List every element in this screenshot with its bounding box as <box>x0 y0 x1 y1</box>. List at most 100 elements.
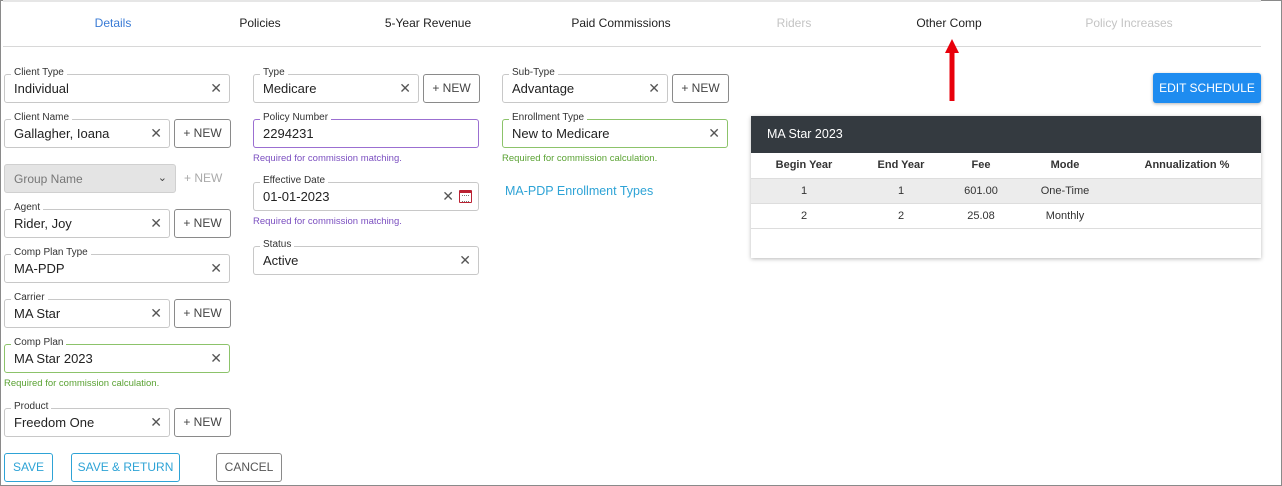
policy-number-field[interactable]: Policy Number 2294231 <box>253 112 479 148</box>
clear-icon[interactable]: ✕ <box>150 125 162 141</box>
tab-details[interactable]: Details <box>95 16 132 30</box>
product-label: Product <box>11 401 52 413</box>
enrollment-type-label: Enrollment Type <box>509 112 588 124</box>
sub-type-field[interactable]: Sub-Type Advantage ✕ <box>502 67 668 103</box>
red-arrow-annotation <box>945 39 959 101</box>
comp-plan-value: MA Star 2023 <box>14 351 93 366</box>
comp-plan-hint: Required for commission calculation. <box>4 378 160 389</box>
column-header: End Year <box>857 153 945 179</box>
enrollment-type-value: New to Medicare <box>512 126 610 141</box>
table-cell <box>1113 203 1261 229</box>
client-name-value: Gallagher, Ioana <box>14 126 110 141</box>
clear-icon[interactable]: ✕ <box>150 215 162 231</box>
tab-policies[interactable]: Policies <box>239 16 280 30</box>
table-cell: 2 <box>751 203 857 229</box>
sub-type-label: Sub-Type <box>509 67 558 79</box>
enrollment-types-link[interactable]: MA-PDP Enrollment Types <box>505 184 653 198</box>
clear-icon[interactable]: ✕ <box>150 414 162 430</box>
agent-field[interactable]: Agent Rider, Joy ✕ <box>4 202 170 238</box>
clear-icon[interactable]: ✕ <box>708 125 720 141</box>
clear-icon[interactable]: ✕ <box>442 188 454 204</box>
client-type-field[interactable]: Client Type Individual ✕ <box>4 67 230 103</box>
clear-icon[interactable]: ✕ <box>648 80 660 96</box>
save-button[interactable]: SAVE <box>4 453 53 482</box>
agent-value: Rider, Joy <box>14 216 72 231</box>
tab-5-year-revenue[interactable]: 5-Year Revenue <box>385 16 471 30</box>
table-cell: Monthly <box>1017 203 1113 229</box>
clear-icon[interactable]: ✕ <box>210 260 222 276</box>
table-cell: One-Time <box>1017 178 1113 204</box>
product-field[interactable]: Product Freedom One ✕ <box>4 401 170 437</box>
new-agent-button[interactable]: + NEW <box>174 209 231 238</box>
table-cell <box>1113 178 1261 204</box>
new-client-button[interactable]: + NEW <box>174 119 231 148</box>
column-header: Mode <box>1017 153 1113 179</box>
table-cell: 25.08 <box>945 203 1017 229</box>
table-cell: 601.00 <box>945 178 1017 204</box>
clear-icon[interactable]: ✕ <box>150 305 162 321</box>
enrollment-type-field[interactable]: Enrollment Type New to Medicare ✕ <box>502 112 728 148</box>
type-label: Type <box>260 67 288 79</box>
comp-plan-field[interactable]: Comp Plan MA Star 2023 ✕ <box>4 337 230 373</box>
group-name-placeholder: Group Name <box>14 172 83 186</box>
effective-date-field[interactable]: Effective Date 01-01-2023 ✕ <box>253 175 479 211</box>
effective-date-label: Effective Date <box>260 175 329 187</box>
cancel-button[interactable]: CANCEL <box>216 453 282 482</box>
table-row: 2 2 25.08 Monthly <box>751 203 1261 229</box>
column-header: Fee <box>945 153 1017 179</box>
carrier-label: Carrier <box>11 292 48 304</box>
carrier-field[interactable]: Carrier MA Star ✕ <box>4 292 170 328</box>
tab-bar: Details Policies 5-Year Revenue Paid Com… <box>3 0 1261 47</box>
clear-icon[interactable]: ✕ <box>210 350 222 366</box>
sub-type-value: Advantage <box>512 81 575 96</box>
comp-plan-label: Comp Plan <box>11 337 67 349</box>
policy-number-hint: Required for commission matching. <box>253 153 402 164</box>
status-label: Status <box>260 239 295 251</box>
table-cell: 1 <box>751 178 857 204</box>
calendar-icon[interactable] <box>459 190 472 203</box>
edit-schedule-button[interactable]: EDIT SCHEDULE <box>1153 73 1261 103</box>
client-type-value: Individual <box>14 81 69 96</box>
client-name-field[interactable]: Client Name Gallagher, Ioana ✕ <box>4 112 170 148</box>
column-header: Begin Year <box>751 153 857 179</box>
clear-icon[interactable]: ✕ <box>399 80 411 96</box>
schedule-card: MA Star 2023 Begin Year End Year Fee Mod… <box>751 116 1261 258</box>
type-field[interactable]: Type Medicare ✕ <box>253 67 419 103</box>
policy-number-label: Policy Number <box>260 112 332 124</box>
status-field[interactable]: Status Active ✕ <box>253 239 479 275</box>
table-header-row: Begin Year End Year Fee Mode Annualizati… <box>751 153 1261 179</box>
tab-other-comp[interactable]: Other Comp <box>916 16 981 30</box>
tab-policy-increases: Policy Increases <box>1085 16 1173 30</box>
type-value: Medicare <box>263 81 317 96</box>
carrier-value: MA Star <box>14 306 61 321</box>
schedule-table: Begin Year End Year Fee Mode Annualizati… <box>751 153 1261 229</box>
table-row: 1 1 601.00 One-Time <box>751 178 1261 204</box>
enrollment-type-hint: Required for commission calculation. <box>502 153 658 164</box>
group-name-select[interactable]: Group Name ⌄ <box>4 164 176 193</box>
comp-plan-type-field[interactable]: Comp Plan Type MA-PDP ✕ <box>4 247 230 283</box>
chevron-down-icon: ⌄ <box>157 172 167 184</box>
client-type-label: Client Type <box>11 67 67 79</box>
effective-date-value: 01-01-2023 <box>263 189 330 204</box>
table-cell: 1 <box>857 178 945 204</box>
save-and-return-button[interactable]: SAVE & RETURN <box>71 453 180 482</box>
agent-label: Agent <box>11 202 44 214</box>
tab-riders: Riders <box>776 16 812 30</box>
clear-icon[interactable]: ✕ <box>459 252 471 268</box>
effective-date-hint: Required for commission matching. <box>253 216 402 227</box>
new-type-button[interactable]: + NEW <box>423 74 480 103</box>
clear-icon[interactable]: ✕ <box>210 80 222 96</box>
new-product-button[interactable]: + NEW <box>174 408 231 437</box>
table-cell: 2 <box>857 203 945 229</box>
status-value: Active <box>263 253 299 268</box>
new-group-button: + NEW <box>184 171 223 185</box>
schedule-title: MA Star 2023 <box>751 116 1261 153</box>
new-carrier-button[interactable]: + NEW <box>174 299 231 328</box>
client-name-label: Client Name <box>11 112 73 124</box>
column-header: Annualization % <box>1113 153 1261 179</box>
tab-paid-commissions[interactable]: Paid Commissions <box>571 16 670 30</box>
comp-plan-type-label: Comp Plan Type <box>11 247 91 259</box>
product-value: Freedom One <box>14 415 95 430</box>
new-sub-type-button[interactable]: + NEW <box>672 74 729 103</box>
policy-number-value: 2294231 <box>263 126 314 141</box>
